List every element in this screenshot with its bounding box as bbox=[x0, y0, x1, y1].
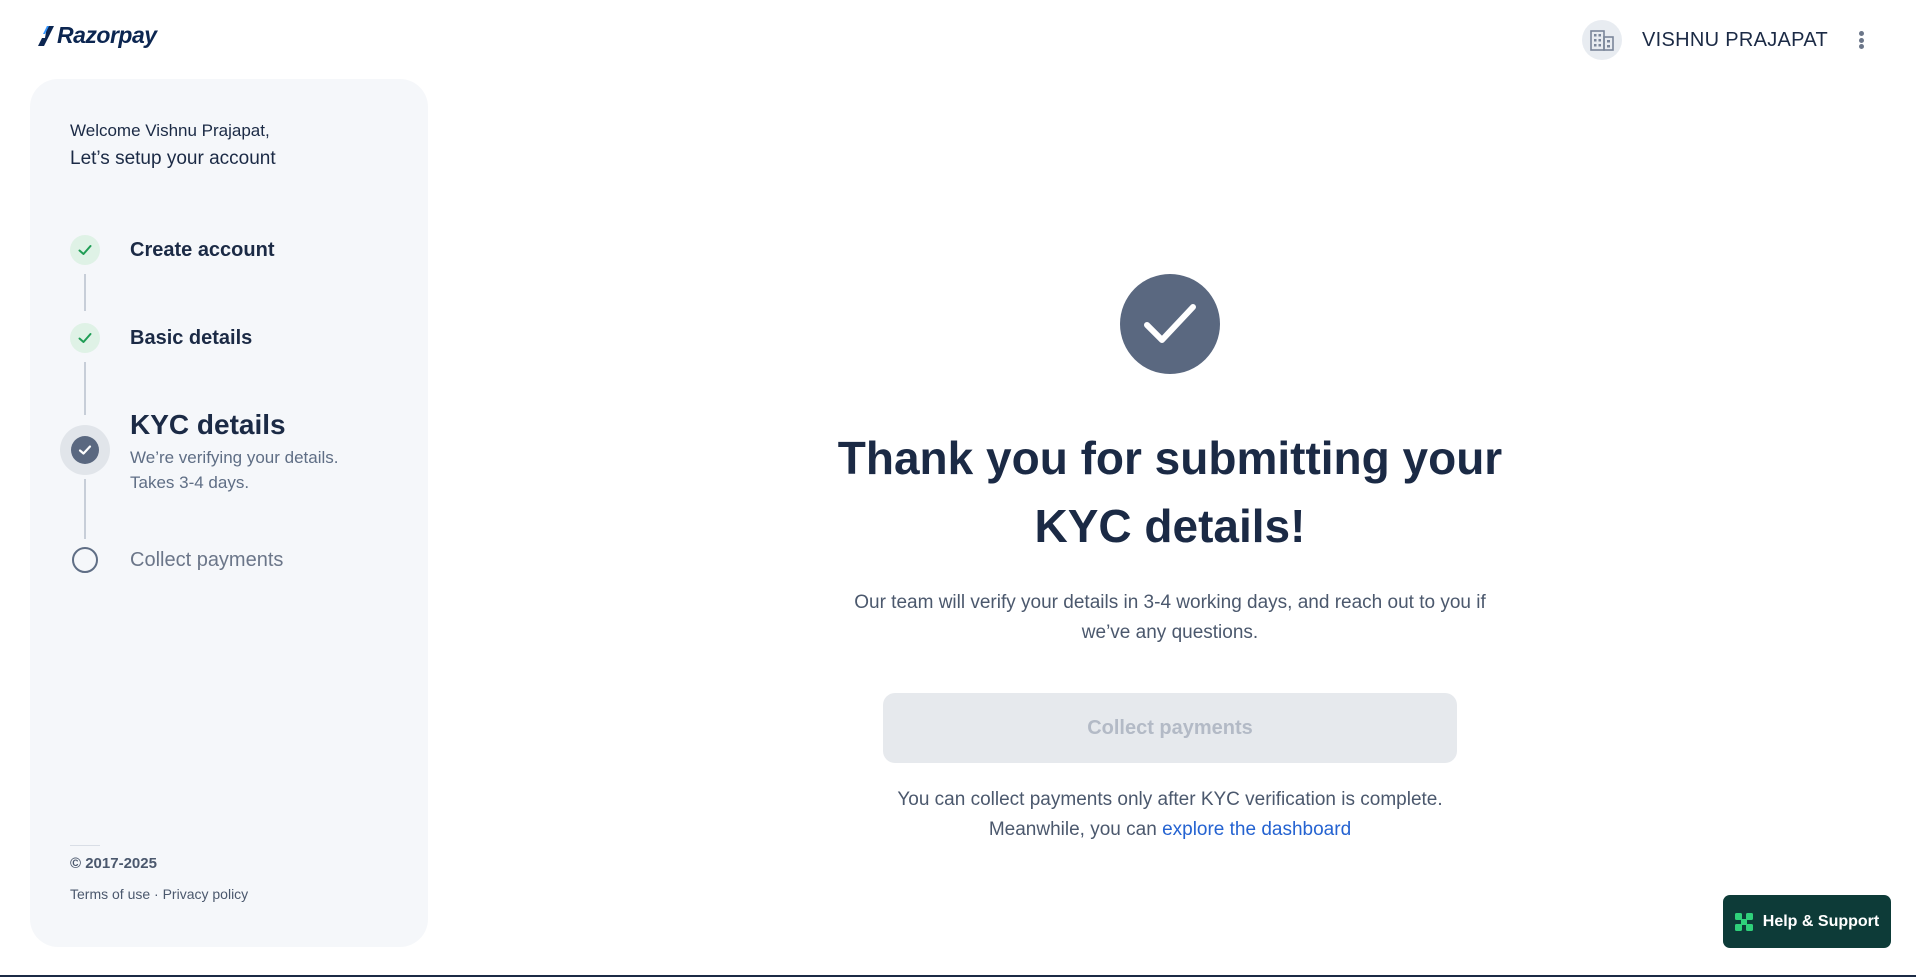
large-check-icon bbox=[1120, 274, 1220, 374]
footer-links: Terms of use · Privacy policy bbox=[70, 886, 248, 902]
step-connector bbox=[84, 479, 86, 539]
verification-note-line1: You can collect payments only after KYC … bbox=[897, 789, 1443, 810]
welcome-message: Welcome Vishnu Prajapat, Let’s setup you… bbox=[70, 119, 276, 175]
kebab-menu-icon[interactable] bbox=[1856, 28, 1866, 52]
step-connector bbox=[84, 362, 86, 415]
step-kyc-subtext-line1: We’re verifying your details. bbox=[130, 448, 339, 467]
page-title-line2: KYC details! bbox=[1034, 500, 1306, 552]
kyc-confirmation: Thank you for submitting your KYC detail… bbox=[760, 274, 1580, 845]
step-kyc-details: KYC details bbox=[130, 409, 286, 440]
help-support-button[interactable]: Help & Support bbox=[1723, 895, 1891, 948]
empty-circle-icon bbox=[72, 547, 98, 573]
step-kyc-subtext-line2: Takes 3-4 days. bbox=[130, 473, 250, 492]
footer-divider bbox=[70, 845, 100, 846]
collect-payments-button[interactable]: Collect payments bbox=[883, 693, 1457, 763]
verification-note: You can collect payments only after KYC … bbox=[760, 785, 1580, 845]
check-icon bbox=[70, 323, 100, 353]
building-icon[interactable] bbox=[1581, 20, 1622, 60]
description-line1: Our team will verify your details in 3-4… bbox=[854, 592, 1486, 613]
check-circle-icon bbox=[60, 425, 110, 475]
terms-link[interactable]: Terms of use bbox=[70, 886, 150, 902]
step-create-account: Create account bbox=[130, 239, 275, 261]
account-name[interactable]: VISHNU PRAJAPAT bbox=[1642, 29, 1828, 52]
razorpay-logo-icon bbox=[38, 25, 54, 46]
step-collect-payments: Collect payments bbox=[130, 549, 284, 571]
description: Our team will verify your details in 3-4… bbox=[830, 588, 1510, 648]
footer-separator: · bbox=[150, 886, 163, 902]
check-icon bbox=[70, 235, 100, 265]
copyright: © 2017-2025 bbox=[70, 855, 157, 872]
step-connector bbox=[84, 274, 86, 311]
help-grid-icon bbox=[1734, 912, 1753, 931]
note-prefix: Meanwhile, you can bbox=[988, 819, 1163, 840]
step-kyc-subtext: We’re verifying your details. Takes 3-4 … bbox=[130, 445, 370, 495]
privacy-link[interactable]: Privacy policy bbox=[163, 886, 249, 902]
razorpay-logo[interactable]: Razorpay bbox=[38, 22, 157, 49]
verification-note-line2: Meanwhile, you can explore the dashboard bbox=[760, 815, 1580, 845]
welcome-greeting: Welcome Vishnu Prajapat, bbox=[70, 121, 270, 140]
page-title: Thank you for submitting your KYC detail… bbox=[760, 424, 1580, 560]
explore-dashboard-link[interactable]: explore the dashboard bbox=[1162, 819, 1351, 840]
welcome-subtitle: Let’s setup your account bbox=[70, 148, 276, 169]
account-header: VISHNU PRAJAPAT bbox=[1581, 20, 1866, 60]
help-support-label: Help & Support bbox=[1762, 912, 1880, 930]
description-line2: we’ve any questions. bbox=[1081, 622, 1259, 643]
step-basic-details: Basic details bbox=[130, 327, 253, 349]
brand-name: Razorpay bbox=[57, 22, 157, 48]
page-title-line1: Thank you for submitting your bbox=[837, 432, 1503, 484]
onboarding-sidebar: Welcome Vishnu Prajapat, Let’s setup you… bbox=[30, 79, 428, 947]
